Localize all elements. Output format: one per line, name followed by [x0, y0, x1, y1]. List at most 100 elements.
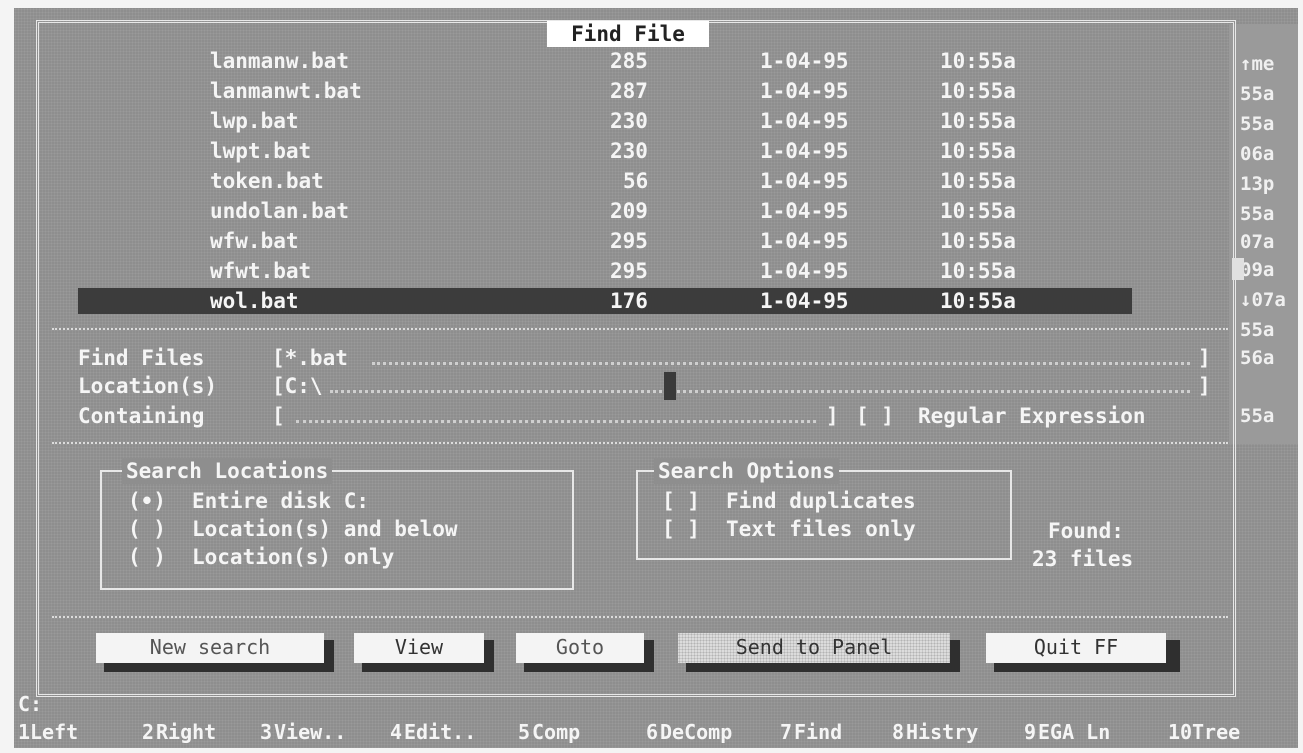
file-name: undolan.bat: [210, 199, 350, 223]
fkey-num: 1: [18, 720, 31, 744]
file-name: wol.bat: [210, 289, 299, 313]
fkey-label: Left: [30, 720, 79, 744]
panel-cell: 13p: [1240, 173, 1275, 195]
panel-cell: 55a: [1240, 203, 1275, 225]
scrollbar-thumb[interactable]: [1232, 258, 1244, 280]
file-time: 10:55a: [940, 49, 1016, 73]
radio-label: Location(s) only: [192, 545, 395, 569]
file-time: 10:55a: [940, 109, 1016, 133]
fkey-label: Tree: [1192, 720, 1241, 744]
fkey-label: Comp: [532, 720, 581, 744]
file-size: 295: [610, 229, 648, 253]
fkey-num: 10: [1168, 720, 1193, 744]
fkey-label: EGA Ln: [1038, 720, 1111, 744]
fkey-num: 9: [1024, 720, 1037, 744]
file-size: 287: [610, 79, 648, 103]
find-files-input[interactable]: [372, 362, 1190, 367]
panel-cell: 55a: [1240, 113, 1275, 135]
quit-ff-button[interactable]: Quit FF: [986, 633, 1166, 663]
file-name: lwp.bat: [210, 109, 299, 133]
find-files-value[interactable]: [*.bat: [272, 345, 348, 371]
fkey-num: 6: [646, 720, 659, 744]
file-date: 1-04-95: [760, 169, 849, 193]
radio-label: Entire disk C:: [192, 489, 370, 513]
containing-label: Containing: [78, 404, 205, 428]
location-label: Location(s): [78, 374, 218, 398]
search-locations-title: Search Locations: [122, 458, 333, 484]
fkey-num: 4: [390, 720, 403, 744]
fkey-label: View..: [274, 720, 347, 744]
containing-input[interactable]: [296, 420, 816, 425]
panel-cell: 55a: [1240, 83, 1275, 105]
file-size: 295: [610, 259, 648, 283]
file-date: 1-04-95: [760, 289, 849, 313]
file-time: 10:55a: [940, 289, 1016, 313]
file-name: lwpt.bat: [210, 139, 312, 163]
fkey-label: Edit..: [404, 720, 477, 744]
view-button[interactable]: View: [354, 633, 484, 663]
file-name: wfw.bat: [210, 229, 299, 253]
containing-value[interactable]: [: [272, 403, 285, 429]
file-size: 230: [610, 109, 648, 133]
file-date: 1-04-95: [760, 49, 849, 73]
panel-cell: 56a: [1240, 347, 1275, 369]
file-time: 10:55a: [940, 259, 1016, 283]
location-value[interactable]: [C:\: [272, 373, 323, 399]
dos-prompt: C:: [18, 692, 43, 716]
file-time: 10:55a: [940, 199, 1016, 223]
found-label: Found:: [1048, 519, 1124, 543]
fkey-num: 3: [260, 720, 273, 744]
location-bracket: ]: [1198, 374, 1211, 398]
file-date: 1-04-95: [760, 139, 849, 163]
send-to-panel-button[interactable]: Send to Panel: [678, 633, 950, 663]
fkey-num: 7: [780, 720, 793, 744]
file-date: 1-04-95: [760, 229, 849, 253]
dialog-title: Find File: [547, 21, 709, 47]
panel-cell: 55a: [1240, 319, 1275, 341]
location-input[interactable]: [330, 390, 1190, 395]
fkey-label: Histry: [906, 720, 979, 744]
file-date: 1-04-95: [760, 79, 849, 103]
fkey-num: 2: [142, 720, 155, 744]
file-date: 1-04-95: [760, 199, 849, 223]
divider: [52, 616, 1228, 618]
file-size: 176: [610, 289, 648, 313]
fkey-label: Find: [794, 720, 843, 744]
checkbox-mark: [ ]: [662, 489, 700, 513]
divider: [52, 328, 1228, 330]
panel-cell: 09a: [1240, 259, 1275, 281]
fkey-label: Right: [156, 720, 217, 744]
file-size: 285: [610, 49, 648, 73]
radio-mark: ( ): [128, 545, 166, 569]
containing-bracket: ]: [826, 404, 839, 428]
new-search-button[interactable]: New search: [96, 633, 324, 663]
found-count: 23 files: [1032, 547, 1134, 571]
panel-cell: ↓07a: [1240, 289, 1286, 311]
file-name: token.bat: [210, 169, 324, 193]
file-time: 10:55a: [940, 229, 1016, 253]
checkbox-label: Find duplicates: [726, 489, 916, 513]
fkey-num: 5: [518, 720, 531, 744]
panel-cell: 06a: [1240, 143, 1275, 165]
regex-label: Regular Expression: [918, 404, 1146, 428]
file-time: 10:55a: [940, 169, 1016, 193]
checkbox-label: Text files only: [726, 517, 916, 541]
file-name: wfwt.bat: [210, 259, 312, 283]
regex-checkbox[interactable]: [ ]: [856, 403, 894, 429]
fkey-num: 8: [892, 720, 905, 744]
panel-cell: 55a: [1240, 405, 1275, 427]
find-files-bracket: ]: [1198, 346, 1211, 370]
file-size: 209: [610, 199, 648, 223]
panel-cell: ↑me: [1240, 53, 1275, 75]
file-date: 1-04-95: [760, 259, 849, 283]
goto-button[interactable]: Goto: [516, 633, 644, 663]
file-size: 230: [610, 139, 648, 163]
search-options-title: Search Options: [654, 458, 840, 484]
checkbox-mark: [ ]: [662, 517, 700, 541]
fkey-label: DeComp: [660, 720, 733, 744]
file-date: 1-04-95: [760, 109, 849, 133]
file-time: 10:55a: [940, 139, 1016, 163]
file-size: 56: [623, 169, 649, 193]
file-name: lanmanwt.bat: [210, 79, 362, 103]
radio-label: Location(s) and below: [192, 517, 458, 541]
